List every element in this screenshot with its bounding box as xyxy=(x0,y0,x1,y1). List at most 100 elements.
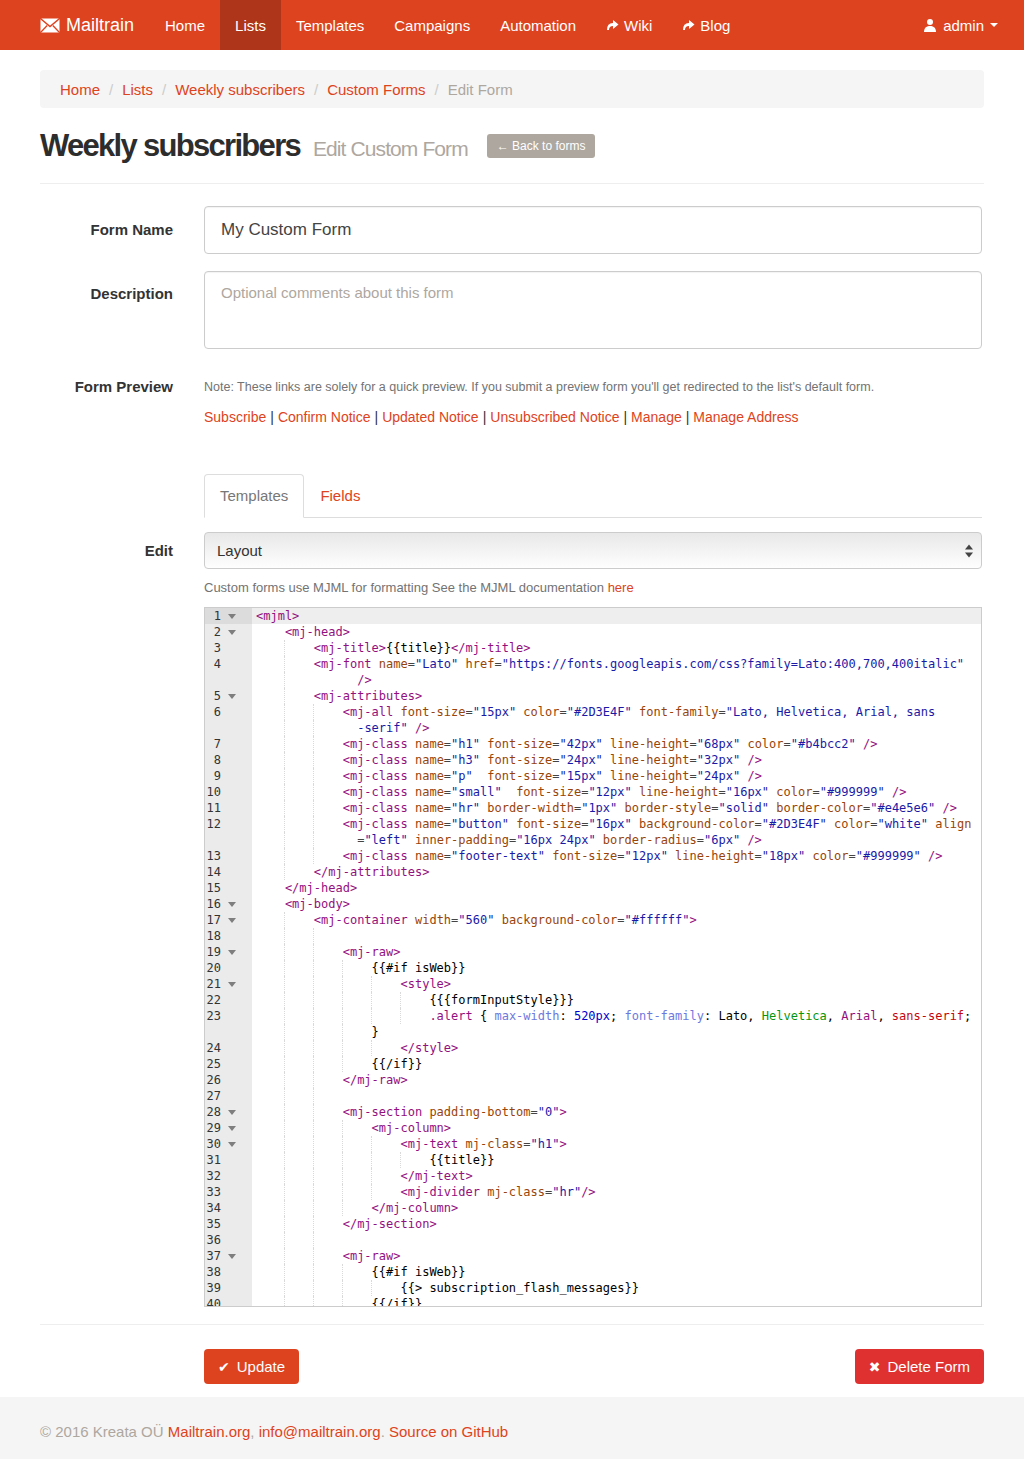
back-arrow-icon: ← xyxy=(497,139,512,153)
forward-icon xyxy=(682,19,695,31)
footer-link-info-mailtrain-org[interactable]: info@mailtrain.org xyxy=(259,1423,381,1440)
back-to-forms-button[interactable]: ← Back to forms xyxy=(487,134,596,158)
code-line-24: 24 </style> xyxy=(205,1040,981,1056)
breadcrumb-current: Edit Form xyxy=(448,81,513,98)
code-line-25: 25 {{/if}} xyxy=(205,1056,981,1072)
code-line-12: 12 <mj-class name="button" font-size="16… xyxy=(205,816,981,832)
select-arrows-icon xyxy=(965,544,973,557)
code-line-32: 32 </mj-text> xyxy=(205,1168,981,1184)
description-label: Description xyxy=(40,271,188,353)
code-line-6: 6 <mj-all font-size="15px" color="#2D3E4… xyxy=(205,704,981,720)
nav-item-home[interactable]: Home xyxy=(150,0,220,50)
forward-icon xyxy=(606,19,619,31)
code-line-5: 5 <mj-attributes> xyxy=(205,688,981,704)
edit-label: Edit xyxy=(40,532,188,1307)
x-icon: ✖ xyxy=(869,1359,881,1375)
user-label: admin xyxy=(943,17,984,34)
code-line-11: 11 <mj-class name="hr" border-width="1px… xyxy=(205,800,981,816)
code-line-35: 35 </mj-section> xyxy=(205,1216,981,1232)
code-line-28: 28 <mj-section padding-bottom="0"> xyxy=(205,1104,981,1120)
tab-fields[interactable]: Fields xyxy=(304,474,376,518)
code-line-23: 23 .alert { max-width: 520px; font-famil… xyxy=(205,1008,981,1024)
code-line-wrap: ="left" inner-padding="16px 24px" border… xyxy=(205,832,981,848)
update-button[interactable]: ✔ Update xyxy=(204,1349,299,1384)
delete-form-button[interactable]: ✖ Delete Form xyxy=(855,1349,984,1384)
breadcrumb: Home/Lists/Weekly subscribers/Custom For… xyxy=(40,70,984,108)
code-line-22: 22 {{{formInputStyle}}} xyxy=(205,992,981,1008)
nav-item-campaigns[interactable]: Campaigns xyxy=(379,0,485,50)
code-line-17: 17 <mj-container width="560" background-… xyxy=(205,912,981,928)
code-line-40: 40 {{/if}} xyxy=(205,1296,981,1307)
form-name-input[interactable] xyxy=(204,206,982,254)
description-textarea[interactable] xyxy=(204,271,982,349)
mjml-help-text: Custom forms use MJML for formatting See… xyxy=(204,580,982,595)
breadcrumb-custom-forms[interactable]: Custom Forms xyxy=(327,81,425,98)
form-name-label: Form Name xyxy=(40,206,188,254)
code-line-7: 7 <mj-class name="h1" font-size="42px" l… xyxy=(205,736,981,752)
code-line-10: 10 <mj-class name="small" font-size="12p… xyxy=(205,784,981,800)
code-line-16: 16 <mj-body> xyxy=(205,896,981,912)
code-line-38: 38 {{#if isWeb}} xyxy=(205,1264,981,1280)
code-line-31: 31 {{title}} xyxy=(205,1152,981,1168)
edit-template-select[interactable]: Layout xyxy=(204,532,982,569)
breadcrumb-lists[interactable]: Lists xyxy=(122,81,153,98)
bottom-divider xyxy=(40,1324,984,1325)
check-icon: ✔ xyxy=(218,1359,230,1375)
code-line-9: 9 <mj-class name="p" font-size="15px" li… xyxy=(205,768,981,784)
nav-item-lists[interactable]: Lists xyxy=(220,0,281,50)
code-line-4: 4 <mj-font name="Lato" href="https://fon… xyxy=(205,656,981,672)
code-line-36: 36 xyxy=(205,1232,981,1248)
brand[interactable]: Mailtrain xyxy=(40,0,134,50)
navbar: Mailtrain HomeListsTemplatesCampaignsAut… xyxy=(0,0,1024,50)
preview-note: Note: These links are solely for a quick… xyxy=(204,378,982,396)
user-menu[interactable]: admin xyxy=(908,0,1024,50)
code-line-wrap: -serif" /> xyxy=(205,720,981,736)
code-line-30: 30 <mj-text mj-class="h1"> xyxy=(205,1136,981,1152)
page-subtitle: Edit Custom Form xyxy=(313,137,468,160)
code-line-26: 26 </mj-raw> xyxy=(205,1072,981,1088)
code-line-29: 29 <mj-column> xyxy=(205,1120,981,1136)
nav-item-templates[interactable]: Templates xyxy=(281,0,379,50)
breadcrumb-weekly-subscribers[interactable]: Weekly subscribers xyxy=(175,81,305,98)
code-line-3: 3 <mj-title>{{title}}</mj-title> xyxy=(205,640,981,656)
envelope-icon xyxy=(40,18,60,33)
code-line-33: 33 <mj-divider mj-class="hr"/> xyxy=(205,1184,981,1200)
code-line-2: 2 <mj-head> xyxy=(205,624,981,640)
breadcrumb-home[interactable]: Home xyxy=(60,81,100,98)
footer-link-source-on-github[interactable]: Source on GitHub xyxy=(389,1423,508,1440)
mjml-doc-link[interactable]: here xyxy=(608,580,634,595)
preview-link-manage[interactable]: Manage xyxy=(631,409,682,425)
footer-link-mailtrain-org[interactable]: Mailtrain.org xyxy=(168,1423,251,1440)
caret-down-icon xyxy=(990,23,998,27)
preview-link-confirm-notice[interactable]: Confirm Notice xyxy=(278,409,371,425)
code-line-39: 39 {{> subscription_flash_messages}} xyxy=(205,1280,981,1296)
preview-link-subscribe[interactable]: Subscribe xyxy=(204,409,266,425)
code-line-14: 14 </mj-attributes> xyxy=(205,864,981,880)
code-line-8: 8 <mj-class name="h3" font-size="24px" l… xyxy=(205,752,981,768)
code-line-13: 13 <mj-class name="footer-text" font-siz… xyxy=(205,848,981,864)
code-line-wrap: /> xyxy=(205,672,981,688)
code-line-19: 19 <mj-raw> xyxy=(205,944,981,960)
preview-link-updated-notice[interactable]: Updated Notice xyxy=(382,409,479,425)
tab-templates[interactable]: Templates xyxy=(204,474,304,518)
nav-item-automation[interactable]: Automation xyxy=(485,0,591,50)
brand-label: Mailtrain xyxy=(66,15,134,36)
code-line-1: 1<mjml> xyxy=(205,608,981,624)
select-value: Layout xyxy=(217,542,262,559)
code-line-20: 20 {{#if isWeb}} xyxy=(205,960,981,976)
footer: © 2016 Kreata OÜ Mailtrain.org, info@mai… xyxy=(0,1397,1024,1459)
code-line-wrap: } xyxy=(205,1024,981,1040)
nav-item-wiki[interactable]: Wiki xyxy=(591,0,667,50)
user-icon xyxy=(923,18,937,32)
preview-link-unsubscribed-notice[interactable]: Unsubscribed Notice xyxy=(490,409,619,425)
page-title: Weekly subscribers Edit Custom Form ← Ba… xyxy=(40,128,984,167)
code-line-27: 27 xyxy=(205,1088,981,1104)
code-line-21: 21 <style> xyxy=(205,976,981,992)
code-editor[interactable]: 1<mjml>2 <mj-head>3 <mj-title>{{title}}<… xyxy=(204,607,982,1307)
code-line-15: 15 </mj-head> xyxy=(205,880,981,896)
preview-links: Subscribe|Confirm Notice|Updated Notice|… xyxy=(204,409,982,425)
nav-item-blog[interactable]: Blog xyxy=(667,0,745,50)
code-line-37: 37 <mj-raw> xyxy=(205,1248,981,1264)
code-line-18: 18 xyxy=(205,928,981,944)
preview-link-manage-address[interactable]: Manage Address xyxy=(693,409,798,425)
